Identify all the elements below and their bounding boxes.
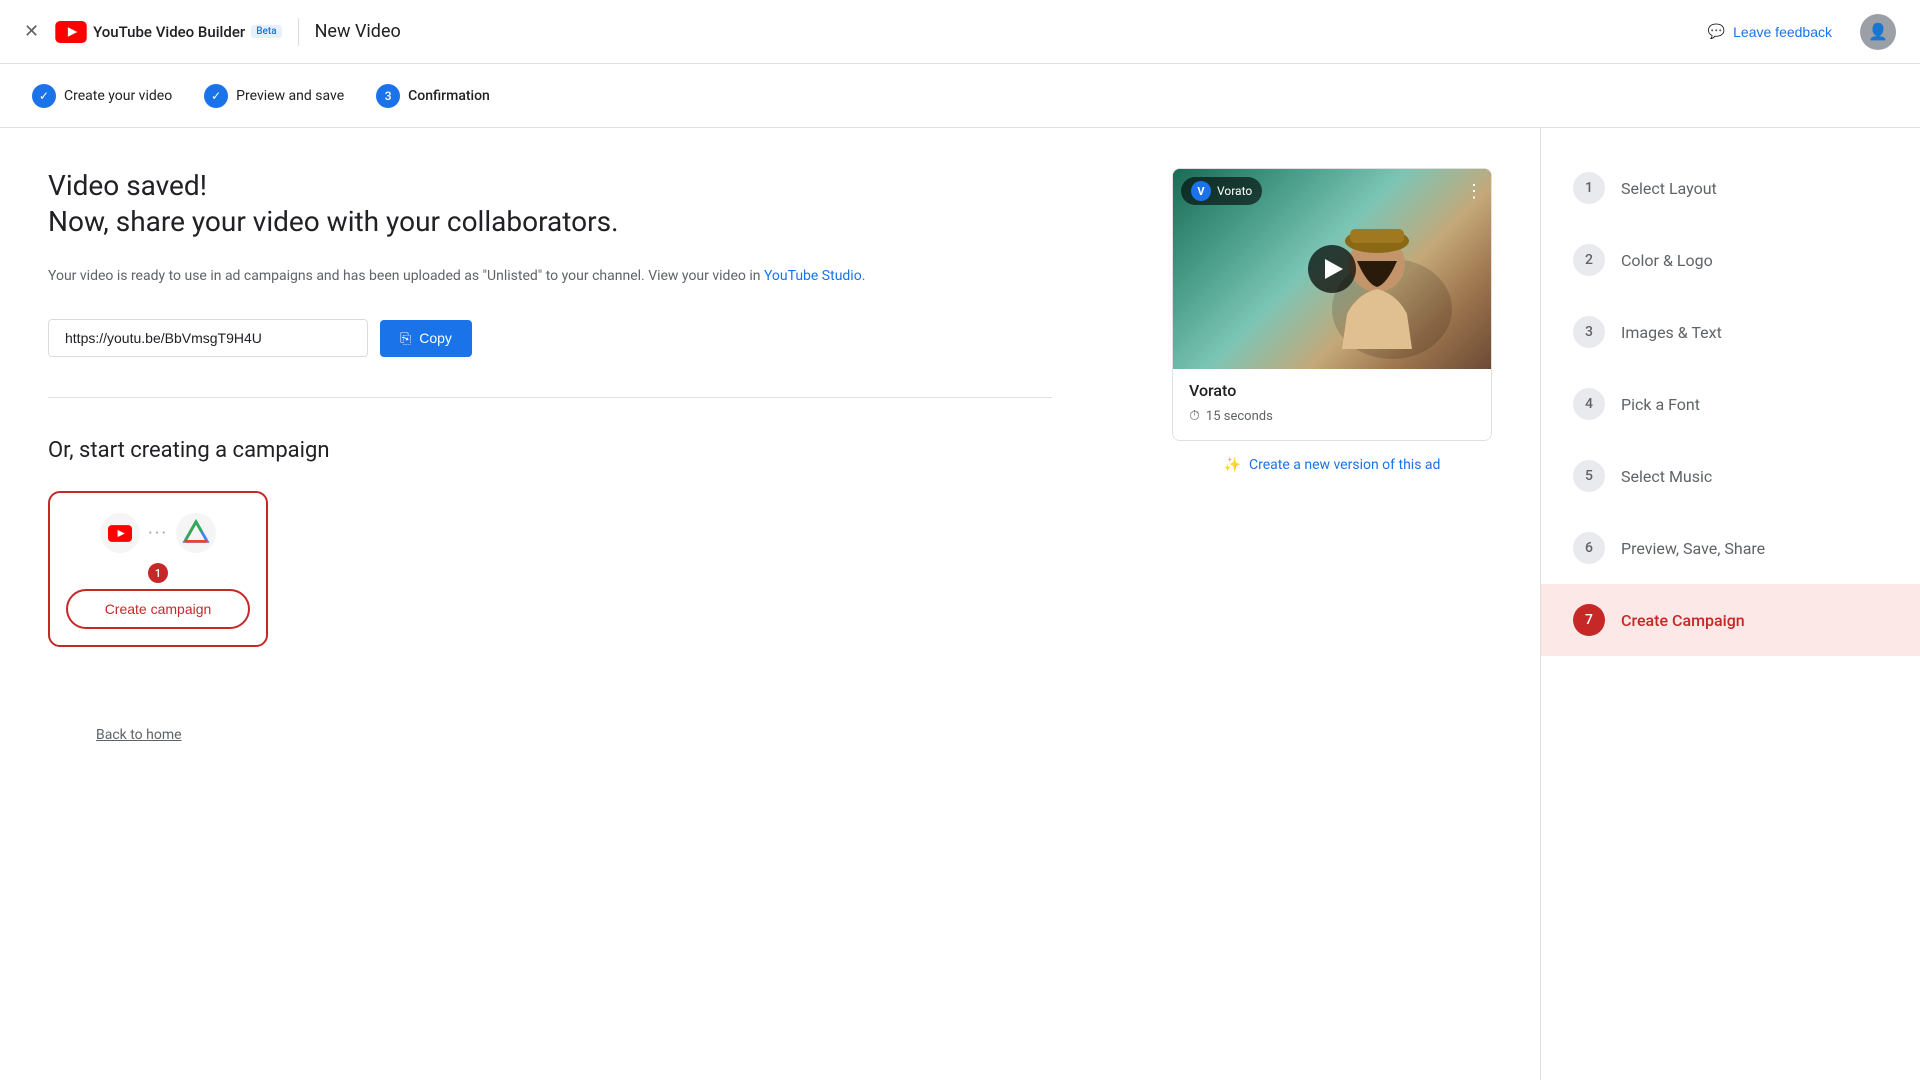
sidebar-label-1: Select Layout [1621, 179, 1717, 198]
header-divider [298, 18, 299, 46]
sidebar-label-3: Images & Text [1621, 323, 1722, 342]
channel-name: Vorato [1217, 184, 1252, 198]
campaign-section-title: Or, start creating a campaign [48, 438, 1052, 463]
video-overlay-top: V Vorato ⋮ [1181, 177, 1483, 205]
sidebar-item-select-layout[interactable]: 1 Select Layout [1541, 152, 1920, 224]
duration-text: 15 seconds [1206, 409, 1273, 424]
title-line1: Video saved! [48, 169, 207, 202]
more-options-icon[interactable]: ⋮ [1465, 181, 1483, 202]
channel-icon: V [1191, 181, 1211, 201]
create-campaign-button[interactable]: Create campaign [66, 589, 250, 629]
channel-badge: V Vorato [1181, 177, 1262, 205]
video-duration: ⏱ 15 seconds [1189, 408, 1475, 424]
stepper: ✓ Create your video ✓ Preview and save 3… [0, 64, 1920, 128]
video-preview-panel: V Vorato ⋮ Vorato ⏱ [1172, 168, 1492, 647]
youtube-logo-icon [55, 21, 87, 43]
logo-text: YouTube Video Builder [93, 23, 245, 41]
main-layout: Video saved! Now, share your video with … [0, 128, 1920, 1080]
clock-icon: ⏱ [1189, 408, 1200, 424]
feedback-label: Leave feedback [1733, 24, 1832, 40]
campaign-card: ··· 1 [48, 491, 268, 647]
video-card-title: Vorato [1189, 381, 1475, 400]
youtube-logo: YouTube Video Builder Beta [55, 21, 281, 43]
sidebar-item-select-music[interactable]: 5 Select Music [1541, 440, 1920, 512]
copy-button[interactable]: ⎘ Copy [380, 320, 472, 357]
feedback-button[interactable]: 💬 Leave feedback [1696, 15, 1844, 48]
page-title: New Video [315, 21, 401, 42]
video-info: Vorato ⏱ 15 seconds [1173, 369, 1491, 440]
create-new-icon: ✨ [1224, 457, 1241, 473]
sidebar-number-3: 3 [1573, 316, 1605, 348]
yt-icon-circle [100, 513, 140, 553]
sidebar-label-2: Color & Logo [1621, 251, 1713, 270]
create-new-label: Create a new version of this ad [1249, 457, 1440, 473]
user-avatar[interactable]: 👤 [1860, 14, 1896, 50]
step-2-circle: ✓ [204, 84, 228, 108]
copy-icon: ⎘ [400, 330, 411, 347]
step-3-label: Confirmation [408, 88, 490, 104]
step-1[interactable]: ✓ Create your video [32, 84, 172, 108]
content-row: Video saved! Now, share your video with … [48, 168, 1492, 647]
sidebar-label-4: Pick a Font [1621, 395, 1700, 414]
step-2[interactable]: ✓ Preview and save [204, 84, 344, 108]
header-right: 💬 Leave feedback 👤 [1696, 14, 1896, 50]
step-3-circle: 3 [376, 84, 400, 108]
sidebar-label-7: Create Campaign [1621, 611, 1745, 630]
left-content: Video saved! Now, share your video with … [48, 168, 1052, 647]
create-new-version-link[interactable]: ✨ Create a new version of this ad [1172, 457, 1492, 473]
video-thumbnail: V Vorato ⋮ [1173, 169, 1491, 369]
close-button[interactable]: ✕ [24, 21, 39, 42]
step-3[interactable]: 3 Confirmation [376, 84, 490, 108]
step-1-circle: ✓ [32, 84, 56, 108]
video-card: V Vorato ⋮ Vorato ⏱ [1172, 168, 1492, 441]
sidebar-label-6: Preview, Save, Share [1621, 539, 1765, 558]
sidebar-label-5: Select Music [1621, 467, 1712, 486]
yt-small-icon [108, 525, 132, 542]
google-ads-icon [176, 513, 216, 553]
sidebar-number-4: 4 [1573, 388, 1605, 420]
back-footer: Back to home [48, 707, 1492, 763]
section-divider [48, 397, 1052, 398]
sidebar-number-5: 5 [1573, 460, 1605, 492]
step-1-label: Create your video [64, 88, 172, 104]
dots-icon: ··· [148, 523, 168, 544]
sidebar-item-images-text[interactable]: 3 Images & Text [1541, 296, 1920, 368]
notification-badge: 1 [148, 563, 168, 583]
play-button[interactable] [1308, 245, 1356, 293]
sidebar-number-2: 2 [1573, 244, 1605, 276]
description-text: Your video is ready to use in ad campaig… [48, 265, 1052, 287]
url-copy-row: ⎘ Copy [48, 319, 1052, 357]
google-ads-svg [182, 519, 210, 547]
back-to-home-link[interactable]: Back to home [48, 707, 1492, 763]
sidebar-item-preview-save[interactable]: 6 Preview, Save, Share [1541, 512, 1920, 584]
youtube-studio-link[interactable]: YouTube Studio. [764, 268, 865, 284]
video-saved-title: Video saved! Now, share your video with … [48, 168, 1052, 241]
sidebar-item-color-logo[interactable]: 2 Color & Logo [1541, 224, 1920, 296]
step-2-label: Preview and save [236, 88, 344, 104]
app-logo: YouTube Video Builder Beta [55, 21, 281, 43]
campaign-logos: ··· [100, 513, 216, 553]
sidebar-item-create-campaign[interactable]: 7 Create Campaign [1541, 584, 1920, 656]
sidebar-number-6: 6 [1573, 532, 1605, 564]
title-line2: Now, share your video with your collabor… [48, 205, 618, 238]
app-header: ✕ YouTube Video Builder Beta New Video 💬… [0, 0, 1920, 64]
sidebar-item-pick-font[interactable]: 4 Pick a Font [1541, 368, 1920, 440]
avatar-initial: 👤 [1868, 22, 1888, 41]
beta-badge: Beta [251, 25, 281, 38]
feedback-icon: 💬 [1708, 23, 1725, 40]
sidebar-number-7: 7 [1573, 604, 1605, 636]
play-triangle-icon [1325, 259, 1343, 279]
right-sidebar: 1 Select Layout 2 Color & Logo 3 Images … [1540, 128, 1920, 1080]
content-area: Video saved! Now, share your video with … [0, 128, 1540, 1080]
description-body: Your video is ready to use in ad campaig… [48, 268, 760, 284]
copy-label: Copy [419, 330, 452, 346]
sidebar-number-1: 1 [1573, 172, 1605, 204]
video-url-input[interactable] [48, 319, 368, 357]
